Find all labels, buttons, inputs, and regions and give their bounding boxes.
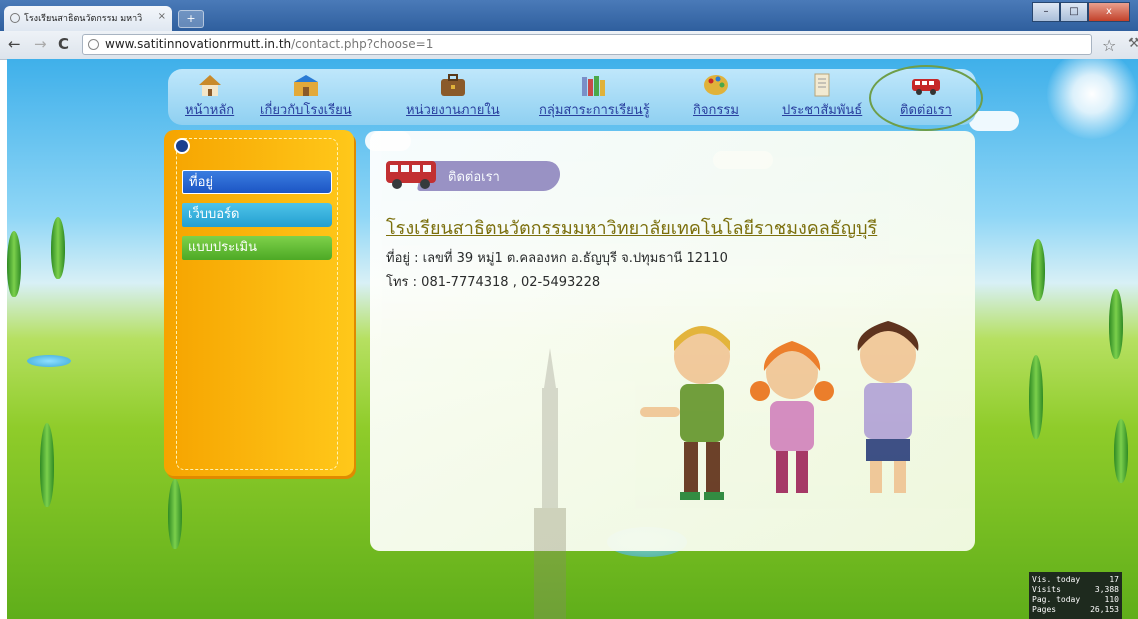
counter-label: Pages bbox=[1032, 605, 1057, 614]
back-button[interactable]: ← bbox=[8, 36, 21, 52]
banner-label: ติดต่อเรา bbox=[448, 170, 500, 185]
nav-item-departments[interactable]: หน่วยงานภายใน bbox=[406, 73, 500, 120]
tree-decoration bbox=[1029, 355, 1043, 439]
tree-decoration bbox=[1109, 289, 1123, 359]
nav-label-home: หน้าหลัก bbox=[185, 103, 235, 118]
counter-value: 3,388 bbox=[1094, 585, 1119, 594]
bookmark-star-icon[interactable]: ☆ bbox=[1102, 36, 1116, 55]
counter-row: Pages 26,153 bbox=[1032, 605, 1119, 615]
briefcase-icon bbox=[438, 73, 468, 97]
school-icon bbox=[291, 73, 321, 97]
sidebar: ที่อยู่ เว็บบอร์ด แบบประเมิน bbox=[164, 130, 354, 476]
cloud-decoration bbox=[969, 111, 1019, 131]
counter-label: Visits bbox=[1032, 585, 1061, 594]
browser-tabstrip: โรงเรียนสาธิตนวัตกรรม มหาวิ × + – □ x bbox=[0, 0, 1138, 31]
sun-decoration bbox=[1047, 59, 1137, 139]
address-bar[interactable]: www.satitinnovationrmutt.in.th/contact.p… bbox=[82, 34, 1092, 55]
bus-icon bbox=[384, 157, 440, 195]
tab-close-button[interactable]: × bbox=[158, 11, 166, 22]
house-icon bbox=[195, 73, 225, 97]
web-page: หน้าหลัก เกี่ยวกับโรงเรียน หน่วยงานภายใน… bbox=[7, 59, 1138, 619]
wrench-icon[interactable]: ⚒ bbox=[1128, 36, 1138, 51]
sidebar-item-address[interactable]: ที่อยู่ bbox=[182, 170, 332, 194]
reload-button[interactable]: C bbox=[58, 36, 69, 52]
contact-content-panel: ติดต่อเรา โรงเรียนสาธิตนวัตกรรมมหาวิทยาล… bbox=[370, 131, 975, 551]
new-tab-button[interactable]: + bbox=[178, 10, 204, 28]
nav-label-public-relations: ประชาสัมพันธ์ bbox=[782, 103, 863, 118]
nav-label-about-school: เกี่ยวกับโรงเรียน bbox=[260, 103, 352, 118]
window-controls: – □ x bbox=[1032, 2, 1130, 22]
globe-icon bbox=[88, 39, 99, 50]
nav-item-activities[interactable]: กิจกรรม bbox=[693, 73, 739, 120]
active-nav-highlight bbox=[869, 65, 983, 131]
counter-label: Pag. today bbox=[1032, 595, 1081, 604]
school-name-link[interactable]: โรงเรียนสาธิตนวัตกรรมมหาวิทยาลัยเทคโนโลย… bbox=[386, 213, 877, 242]
palette-icon bbox=[701, 73, 731, 97]
nav-item-home[interactable]: หน้าหลัก bbox=[185, 73, 234, 120]
url-path: /contact.php?choose=1 bbox=[291, 37, 434, 51]
address-text: ที่อยู่ : เลขที่ 39 หมู่1 ต.คลองหก อ.ธัญ… bbox=[386, 251, 728, 266]
forward-button[interactable]: → bbox=[34, 36, 47, 52]
nav-item-learning-groups[interactable]: กลุ่มสาระการเรียนรู้ bbox=[539, 73, 650, 120]
browser-toolbar: ← → C www.satitinnovationrmutt.in.th/con… bbox=[0, 31, 1138, 60]
phone-text: โทร : 081-7774318 , 02-5493228 bbox=[386, 275, 601, 290]
counter-value: 17 bbox=[1109, 575, 1119, 584]
children-illustration bbox=[640, 321, 919, 500]
counter-label: Vis. today bbox=[1032, 575, 1081, 584]
tower-watermark bbox=[534, 348, 566, 619]
nav-label-activities: กิจกรรม bbox=[693, 103, 739, 118]
tree-decoration bbox=[7, 231, 21, 297]
sidebar-item-evaluation[interactable]: แบบประเมิน bbox=[182, 236, 332, 260]
maximize-button[interactable]: □ bbox=[1060, 2, 1088, 22]
browser-tab[interactable]: โรงเรียนสาธิตนวัตกรรม มหาวิ × bbox=[4, 6, 172, 31]
tree-decoration bbox=[1114, 419, 1128, 483]
tree-decoration bbox=[51, 217, 65, 279]
tree-decoration bbox=[168, 479, 182, 549]
nav-item-about-school[interactable]: เกี่ยวกับโรงเรียน bbox=[260, 73, 352, 120]
counter-row: Visits 3,388 bbox=[1032, 585, 1119, 595]
tree-decoration bbox=[40, 423, 54, 507]
nav-item-public-relations[interactable]: ประชาสัมพันธ์ bbox=[782, 73, 862, 120]
nav-label-departments: หน่วยงานภายใน bbox=[406, 103, 500, 118]
tree-decoration bbox=[1031, 239, 1045, 301]
pond-decoration bbox=[27, 355, 71, 367]
visitor-counter: Vis. today 17 Visits 3,388 Pag. today 110 P… bbox=[1029, 572, 1122, 619]
sidebar-item-webboard[interactable]: เว็บบอร์ด bbox=[182, 203, 332, 227]
url-host: www.satitinnovationrmutt.in.th bbox=[105, 37, 292, 51]
tab-title: โรงเรียนสาธิตนวัตกรรม มหาวิ bbox=[24, 14, 143, 24]
close-window-button[interactable]: x bbox=[1088, 2, 1130, 22]
sidebar-dot-icon bbox=[174, 138, 190, 154]
books-icon bbox=[579, 73, 609, 97]
paper-icon bbox=[807, 73, 837, 97]
counter-row: Vis. today 17 bbox=[1032, 575, 1119, 585]
nav-label-learning-groups: กลุ่มสาระการเรียนรู้ bbox=[539, 103, 650, 118]
counter-value: 110 bbox=[1104, 595, 1119, 604]
counter-row: Pag. today 110 bbox=[1032, 595, 1119, 605]
globe-icon bbox=[10, 13, 20, 23]
minimize-button[interactable]: – bbox=[1032, 2, 1060, 22]
counter-value: 26,153 bbox=[1090, 605, 1119, 614]
